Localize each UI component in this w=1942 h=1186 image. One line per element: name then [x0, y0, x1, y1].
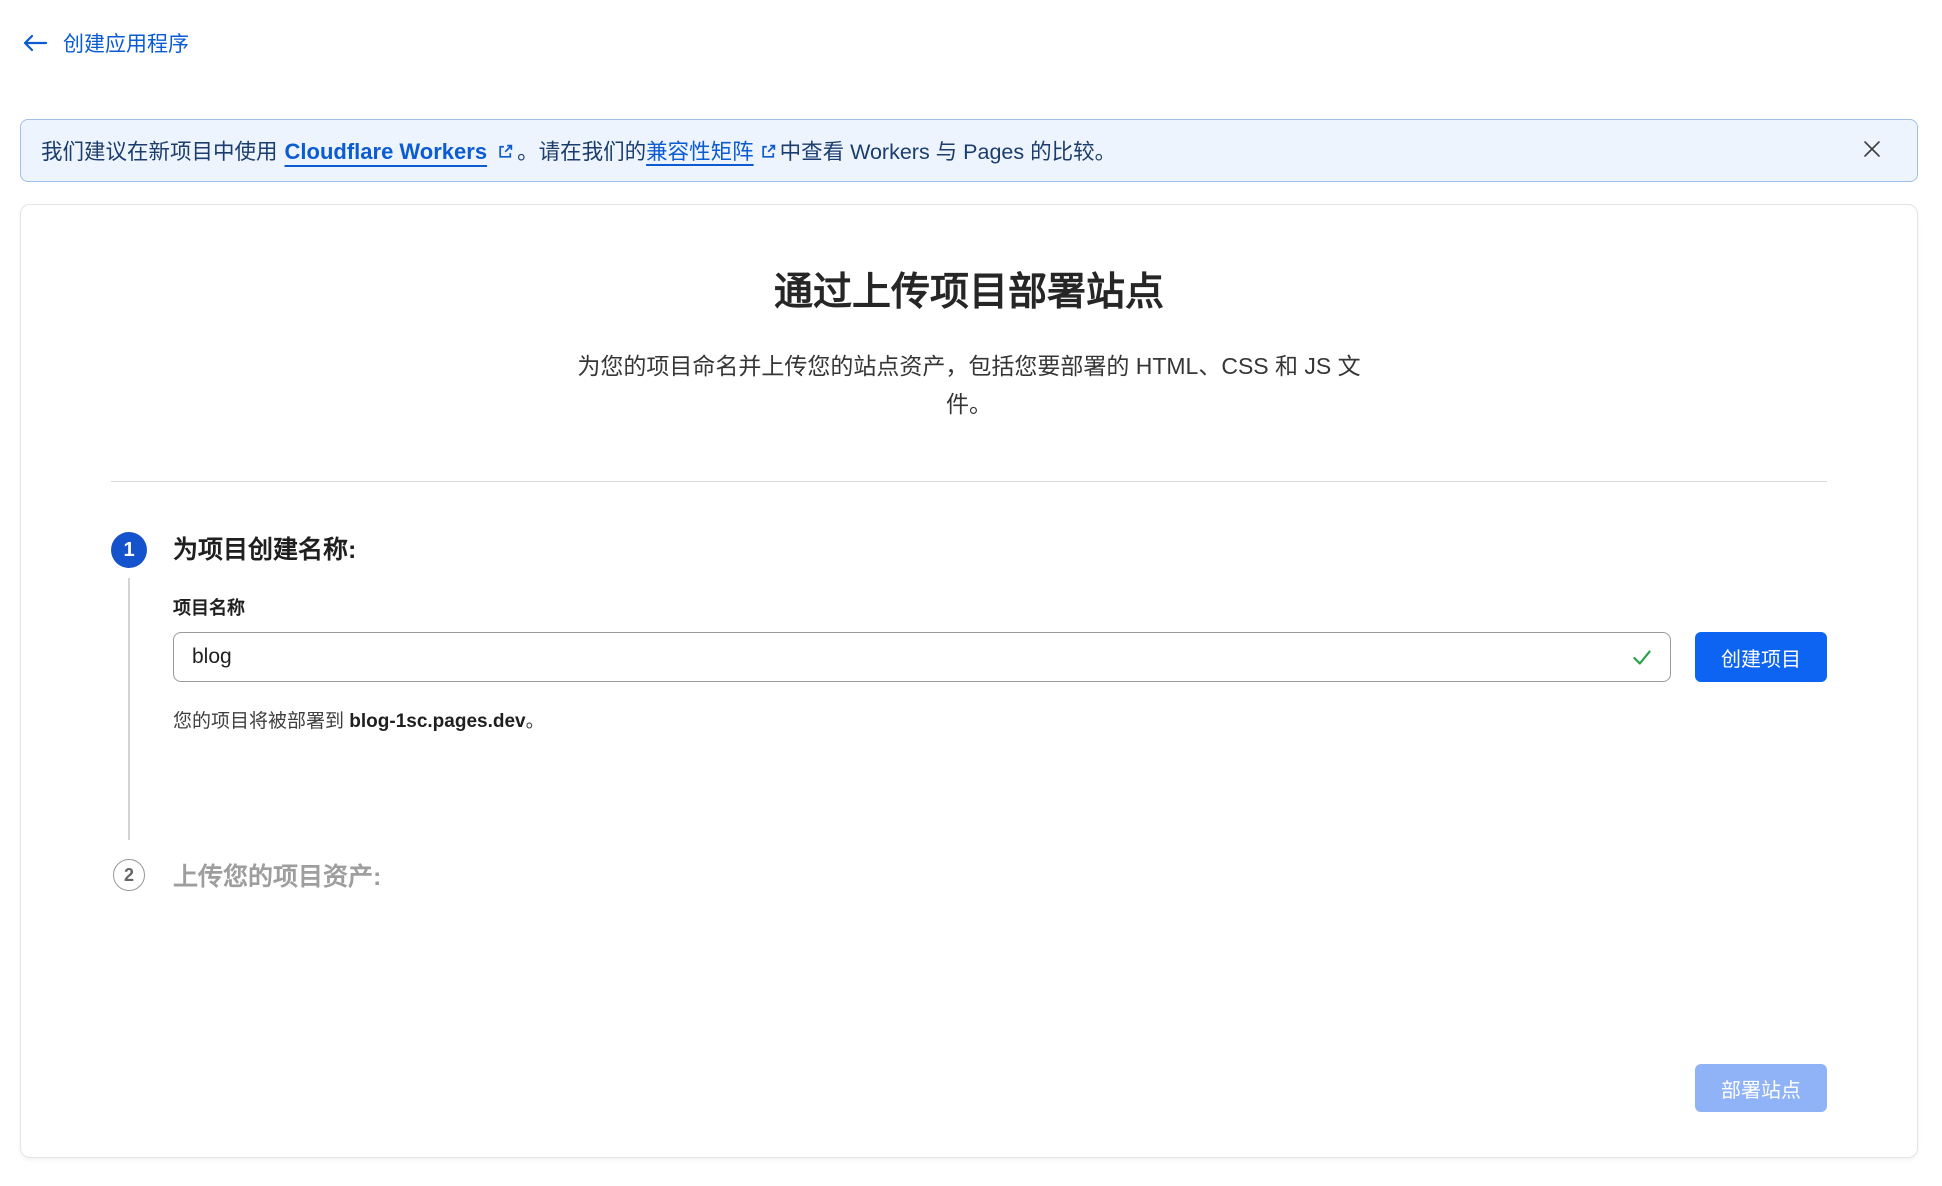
banner-text: 我们建议在新项目中使用 Cloudflare Workers 。请在我们的兼容性矩…	[41, 135, 1116, 166]
back-link-label: 创建应用程序	[63, 28, 189, 58]
deploy-site-button[interactable]: 部署站点	[1695, 1064, 1827, 1112]
step-2-badge: 2	[113, 859, 145, 891]
banner-close-button[interactable]	[1857, 136, 1887, 166]
step-connector-line	[128, 578, 130, 840]
arrow-left-icon	[22, 33, 48, 53]
project-name-row: 创建项目	[173, 632, 1827, 682]
workers-suggestion-banner: 我们建议在新项目中使用 Cloudflare Workers 。请在我们的兼容性矩…	[20, 119, 1918, 182]
back-link[interactable]: 创建应用程序	[22, 28, 189, 58]
banner-text-middle: 。请在我们的	[517, 140, 646, 164]
step-1: 1 为项目创建名称: 项目名称 创建项目 您的项目将被部署到 bl	[111, 532, 1827, 733]
steps-container: 1 为项目创建名称: 项目名称 创建项目 您的项目将被部署到 bl	[111, 532, 1827, 893]
upload-deploy-card: 通过上传项目部署站点 为您的项目命名并上传您的站点资产，包括您要部署的 HTML…	[20, 204, 1918, 1158]
cloudflare-workers-link[interactable]: Cloudflare Workers	[285, 139, 488, 164]
banner-text-before: 我们建议在新项目中使用	[41, 140, 278, 164]
create-project-button[interactable]: 创建项目	[1695, 632, 1827, 682]
page-subtitle: 为您的项目命名并上传您的站点资产，包括您要部署的 HTML、CSS 和 JS 文…	[559, 347, 1379, 423]
step-2: 2 上传您的项目资产:	[111, 857, 1827, 893]
deploy-domain: blog-1sc.pages.dev	[349, 711, 525, 732]
external-link-icon	[760, 141, 777, 166]
project-name-input[interactable]	[173, 632, 1671, 682]
valid-check-icon	[1629, 644, 1655, 670]
page-title: 通过上传项目部署站点	[111, 261, 1827, 317]
helper-suffix: 。	[526, 711, 545, 732]
step-1-heading: 为项目创建名称:	[173, 532, 1827, 568]
helper-prefix: 您的项目将被部署到	[173, 711, 349, 732]
project-name-label: 项目名称	[173, 594, 1827, 620]
step-1-badge: 1	[111, 532, 147, 568]
close-icon	[1860, 137, 1884, 164]
step-2-heading: 上传您的项目资产:	[173, 857, 381, 893]
compatibility-matrix-link[interactable]: 兼容性矩阵	[646, 140, 754, 164]
banner-text-after: 中查看 Workers 与 Pages 的比较。	[780, 140, 1117, 164]
project-name-input-wrap	[173, 632, 1671, 682]
deploy-target-helper: 您的项目将被部署到 blog-1sc.pages.dev。	[173, 706, 1827, 733]
divider	[111, 481, 1827, 482]
external-link-icon	[497, 141, 514, 166]
step-1-body: 为项目创建名称: 项目名称 创建项目 您的项目将被部署到 blog-1sc.pa…	[173, 532, 1827, 733]
